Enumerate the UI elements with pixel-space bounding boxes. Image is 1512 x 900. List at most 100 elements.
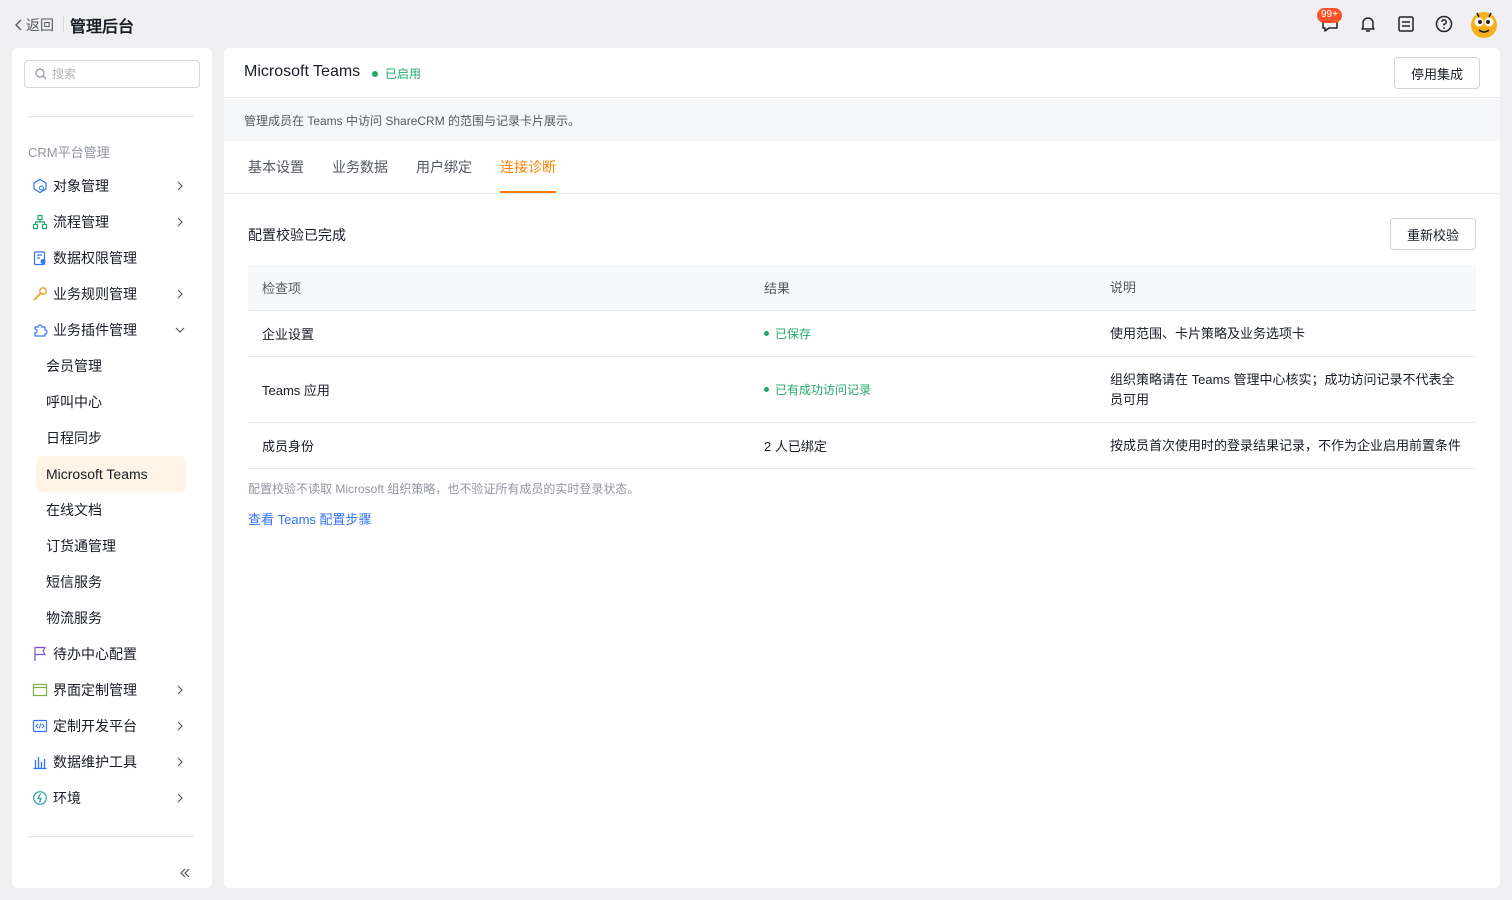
row-item: 成员身份 (262, 439, 315, 454)
chevron-right-icon (174, 216, 186, 228)
page-description: 管理成员在 Teams 中访问 ShareCRM 的范围与记录卡片展示。 (224, 99, 1500, 141)
row-result: 已保存 (750, 325, 1096, 342)
sidebar-item-todo[interactable]: 待办中心配置 (12, 636, 212, 672)
main-panel: Microsoft Teams 已启用 停用集成 管理成员在 Teams 中访问… (224, 48, 1500, 888)
status-dot (372, 70, 378, 77)
table-header: 检查项 结果 说明 (248, 265, 1476, 311)
table-row: 成员身份 2 人已绑定 按成员首次使用时的登录结果记录，不作为企业启用前置条件 (248, 423, 1476, 469)
page-header: Microsoft Teams 已启用 停用集成 (224, 48, 1500, 98)
row-result: 已有成功访问记录 (750, 381, 1096, 398)
column-header-result: 结果 (764, 281, 791, 296)
sidebar-item-dev[interactable]: 定制开发平台 (12, 708, 212, 744)
sidebar-subitem-docs[interactable]: 在线文档 (12, 492, 212, 528)
status-badge: 已启用 (372, 65, 421, 82)
row-desc: 使用范围、卡片策略及业务选项卡 (1110, 325, 1306, 341)
chevron-right-icon (174, 180, 186, 192)
tab-basic-settings[interactable]: 基本设置 (248, 157, 304, 193)
success-dot (764, 331, 769, 336)
avatar[interactable] (1468, 8, 1500, 40)
diagnosis-table: 检查项 结果 说明 企业设置 已保存 使用范围、卡片策略及业务选项卡 Teams… (248, 265, 1476, 469)
table-row: 企业设置 已保存 使用范围、卡片策略及业务选项卡 (248, 311, 1476, 357)
sidebar-item-label: 界面定制管理 (53, 682, 137, 698)
disable-integration-button[interactable]: 停用集成 (1394, 57, 1480, 89)
sidebar: CRM平台管理 对象管理 流程管理 数据权限管理 业务规则管理 业务插件管理 会… (12, 48, 212, 888)
chevron-right-icon (174, 684, 186, 696)
tab-user-binding[interactable]: 用户绑定 (416, 157, 472, 193)
column-header-desc: 说明 (1110, 279, 1137, 295)
chevron-down-icon (174, 324, 186, 336)
recheck-button[interactable]: 重新校验 (1390, 218, 1476, 250)
topbar-divider (63, 16, 64, 32)
row-desc: 按成员首次使用时的登录结果记录，不作为企业启用前置条件 (1110, 437, 1462, 453)
chevron-right-icon (174, 756, 186, 768)
flag-icon (32, 646, 48, 662)
sidebar-divider-bottom (28, 836, 194, 837)
sidebar-subitem-sms[interactable]: 短信服务 (12, 564, 212, 600)
column-header-item: 检查项 (262, 281, 302, 296)
sidebar-item-plugin[interactable]: 业务插件管理 (12, 312, 212, 348)
tab-bar: 基本设置 业务数据 用户绑定 连接诊断 (224, 141, 1500, 194)
teams-config-steps-link[interactable]: 查看 Teams 配置步骤 (248, 509, 372, 528)
help-icon[interactable] (1434, 14, 1454, 34)
permission-icon (32, 250, 48, 266)
app-title: 管理后台 (70, 19, 135, 36)
sidebar-item-label: 定制开发平台 (53, 718, 137, 734)
sidebar-item-flow[interactable]: 流程管理 (12, 204, 212, 240)
sidebar-subitem-member[interactable]: 会员管理 (12, 348, 212, 384)
diagnosis-note: 配置校验不读取 Microsoft 组织策略，也不验证所有成员的实时登录状态。 (248, 482, 640, 496)
chevron-right-icon (174, 792, 186, 804)
sidebar-item-label: 数据权限管理 (53, 250, 137, 266)
back-button[interactable]: 返回 (14, 15, 54, 35)
sidebar-subitem-callcenter[interactable]: 呼叫中心 (12, 384, 212, 420)
bell-icon[interactable] (1358, 14, 1378, 34)
search-input[interactable] (52, 67, 192, 81)
sidebar-subitem-teams[interactable]: Microsoft Teams (36, 456, 186, 492)
chevron-right-icon (174, 288, 186, 300)
tab-business-data[interactable]: 业务数据 (332, 157, 388, 193)
tab-connection-diagnosis[interactable]: 连接诊断 (500, 157, 556, 193)
diagnosis-title: 配置校验已完成 (248, 227, 346, 243)
sidebar-subitem-order[interactable]: 订货通管理 (12, 528, 212, 564)
sidebar-item-env[interactable]: 环境 (12, 780, 212, 816)
row-item: Teams 应用 (262, 383, 330, 398)
row-result: 2 人已绑定 (764, 439, 827, 454)
layout-icon (32, 682, 48, 698)
result-label: 已保存 (775, 327, 812, 341)
code-icon (32, 718, 48, 734)
chevron-left-icon (15, 19, 22, 31)
section-label: CRM平台管理 (28, 145, 110, 160)
result-label: 已有成功访问记录 (775, 383, 872, 397)
sidebar-item-data-tools[interactable]: 数据维护工具 (12, 744, 212, 780)
sidebar-item-object[interactable]: 对象管理 (12, 168, 212, 204)
rule-icon (32, 286, 48, 302)
success-dot (764, 387, 769, 392)
sidebar-item-label: 业务规则管理 (53, 286, 137, 302)
row-desc: 组织策略请在 Teams 管理中心核实；成功访问记录不代表全员可用 (1110, 371, 1455, 407)
sidebar-item-label: 对象管理 (53, 178, 109, 194)
todo-icon[interactable] (1396, 14, 1416, 34)
status-label: 已启用 (385, 67, 422, 81)
sidebar-item-label: 业务插件管理 (53, 322, 137, 338)
env-icon (32, 790, 48, 806)
search-icon (35, 68, 47, 80)
search-box[interactable] (24, 60, 200, 88)
flow-icon (32, 214, 48, 230)
collapse-sidebar-icon[interactable] (178, 866, 192, 880)
chevron-right-icon (174, 720, 186, 732)
sidebar-menu: 对象管理 流程管理 数据权限管理 业务规则管理 业务插件管理 会员管理 呼叫中心… (12, 168, 212, 816)
message-badge: 99+ (1317, 8, 1342, 23)
sidebar-item-rule[interactable]: 业务规则管理 (12, 276, 212, 312)
sidebar-item-label: 待办中心配置 (53, 646, 137, 662)
row-item: 企业设置 (262, 327, 315, 342)
sidebar-divider-top (28, 116, 194, 117)
sidebar-subitem-schedule[interactable]: 日程同步 (12, 420, 212, 456)
back-label: 返回 (26, 17, 54, 33)
sidebar-item-permission[interactable]: 数据权限管理 (12, 240, 212, 276)
sidebar-item-label: 环境 (53, 790, 81, 806)
top-bar: 返回 管理后台 99+ (0, 0, 1512, 48)
sidebar-subitem-logistics[interactable]: 物流服务 (12, 600, 212, 636)
sidebar-item-label: 流程管理 (53, 214, 109, 230)
sidebar-item-layout[interactable]: 界面定制管理 (12, 672, 212, 708)
plugin-icon (32, 322, 48, 338)
page-title: Microsoft Teams (244, 63, 361, 80)
